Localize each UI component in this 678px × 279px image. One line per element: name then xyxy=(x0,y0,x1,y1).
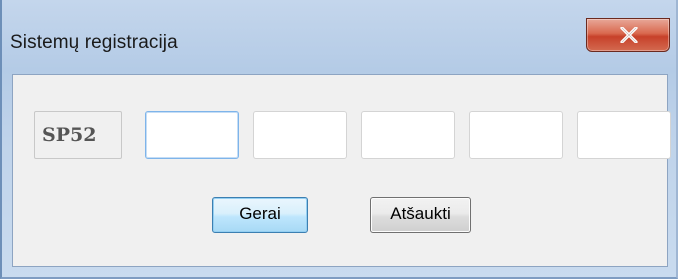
registration-prefix-field: SP52 xyxy=(34,111,122,159)
registration-code-segment-5[interactable] xyxy=(577,111,671,159)
close-button[interactable] xyxy=(586,18,670,52)
registration-code-segment-2[interactable] xyxy=(253,111,347,159)
registration-code-segment-4[interactable] xyxy=(469,111,563,159)
ok-button[interactable]: Gerai xyxy=(212,197,308,233)
title-bar[interactable]: Sistemų registracija xyxy=(2,0,676,74)
dialog-client-area: SP52 Gerai Atšaukti xyxy=(12,74,671,267)
registration-dialog-window: Sistemų registracija SP52 Gerai Atšaukti xyxy=(0,0,678,279)
close-x-icon xyxy=(620,27,638,43)
window-title: Sistemų registracija xyxy=(10,32,178,53)
registration-code-segment-3[interactable] xyxy=(361,111,455,159)
registration-code-segment-1[interactable] xyxy=(145,111,239,159)
cancel-button[interactable]: Atšaukti xyxy=(370,197,471,233)
